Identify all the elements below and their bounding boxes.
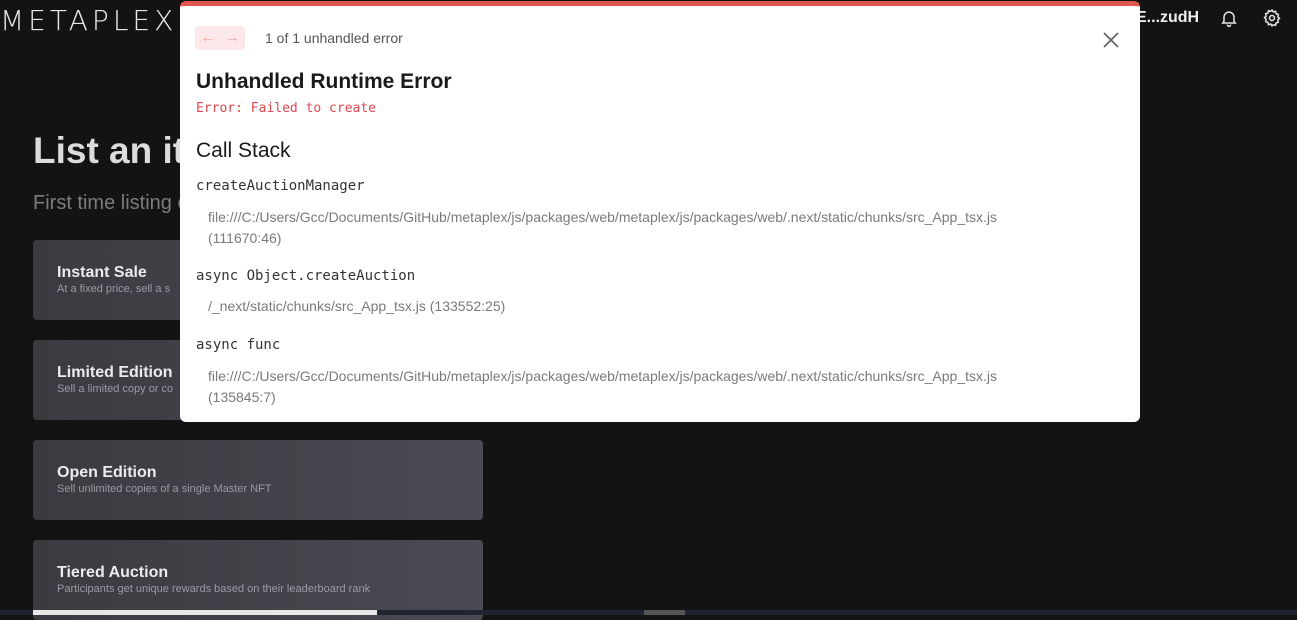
progress-bar: [33, 610, 377, 615]
wallet-address[interactable]: E...zudH: [1136, 9, 1199, 27]
stack-frame-location[interactable]: file:///C:/Users/Gcc/Documents/GitHub/me…: [208, 207, 1078, 249]
metaplex-logo[interactable]: METAPLEX: [0, 4, 177, 37]
stack-frame-function: createAuctionManager: [196, 178, 365, 194]
frame-position: (133552:25): [429, 298, 506, 314]
next-error-button[interactable]: →: [221, 28, 243, 48]
frame-position: (111670:46): [208, 230, 282, 246]
option-tiered-auction[interactable]: Tiered Auction Participants get unique r…: [33, 540, 483, 620]
frame-file: file:///C:/Users/Gcc/Documents/GitHub/me…: [208, 209, 997, 225]
option-description: Participants get unique rewards based on…: [57, 583, 371, 595]
option-title: Open Edition: [57, 464, 157, 481]
gear-icon[interactable]: [1262, 8, 1282, 28]
option-description: At a fixed price, sell a s: [57, 283, 171, 295]
bottom-scrollbar[interactable]: [0, 610, 1297, 615]
bell-icon[interactable]: [1219, 8, 1239, 28]
stack-frame-location[interactable]: file:///C:/Users/Gcc/Documents/GitHub/me…: [208, 366, 1078, 408]
option-title: Limited Edition: [57, 364, 173, 381]
stack-frame-function: async Object.createAuction: [196, 268, 416, 284]
frame-file: /_next/static/chunks/src_App_tsx.js: [208, 298, 426, 314]
close-icon[interactable]: [1101, 30, 1121, 50]
option-description: Sell a limited copy or co: [57, 383, 174, 395]
stack-frame-location[interactable]: /_next/static/chunks/src_App_tsx.js (133…: [208, 296, 1078, 317]
option-title: Instant Sale: [57, 264, 147, 281]
option-open-edition[interactable]: Open Edition Sell unlimited copies of a …: [33, 440, 483, 520]
option-title: Tiered Auction: [57, 564, 169, 581]
scroll-thumb[interactable]: [644, 610, 685, 615]
error-navigation: ← →: [195, 26, 245, 50]
previous-error-button[interactable]: ←: [197, 28, 219, 48]
call-stack-heading: Call Stack: [196, 139, 291, 162]
error-count: 1 of 1 unhandled error: [265, 30, 403, 46]
error-overlay-dialog: ← → 1 of 1 unhandled error Unhandled Run…: [180, 1, 1140, 422]
error-title: Unhandled Runtime Error: [196, 70, 452, 93]
stack-frame-function: async func: [196, 337, 281, 353]
option-description: Sell unlimited copies of a single Master…: [57, 483, 272, 495]
page-subtitle: First time listing o: [33, 192, 189, 214]
frame-file: file:///C:/Users/Gcc/Documents/GitHub/me…: [208, 368, 997, 384]
error-message: Error: Failed to create: [196, 101, 377, 116]
frame-position: (135845:7): [208, 389, 276, 405]
